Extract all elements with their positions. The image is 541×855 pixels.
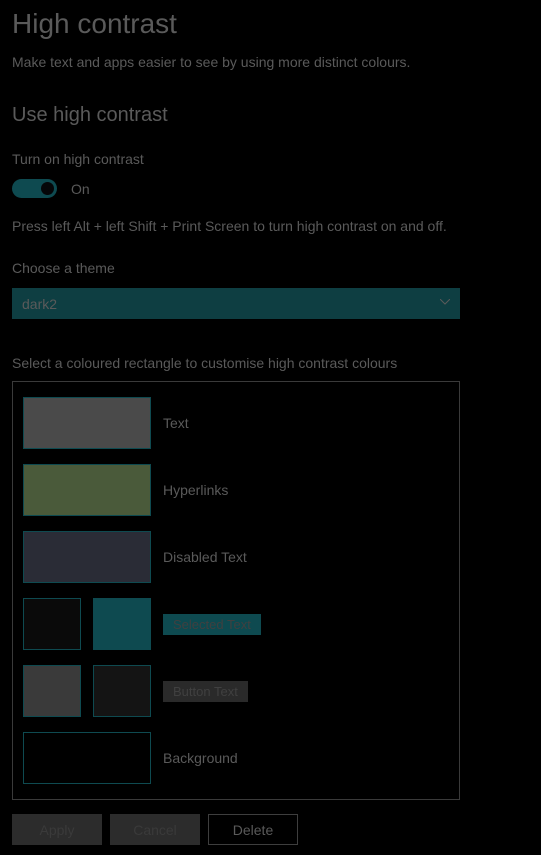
swatch-selected-chip: Selected Text [163,614,261,635]
theme-label: Choose a theme [12,260,529,276]
swatch-row-button-text: Button Text [23,665,449,717]
swatch-text-label: Text [163,415,189,431]
toggle-knob [41,182,54,195]
swatch-button-bg[interactable] [93,665,151,717]
swatch-panel: Text Hyperlinks Disabled Text Selected T… [12,381,460,800]
swatch-row-disabled: Disabled Text [23,531,449,583]
customise-label: Select a coloured rectangle to customise… [12,355,529,371]
swatch-text[interactable] [23,397,151,449]
swatch-row-background: Background [23,732,449,784]
swatch-disabled-text[interactable] [23,531,151,583]
swatch-row-selected-text: Selected Text [23,598,449,650]
high-contrast-toggle[interactable] [12,179,57,198]
page-title: High contrast [12,8,529,40]
button-row: Apply Cancel Delete [12,814,529,845]
cancel-button[interactable]: Cancel [110,814,200,845]
toggle-state-text: On [71,181,90,197]
swatch-row-text: Text [23,397,449,449]
swatch-hyperlinks[interactable] [23,464,151,516]
theme-selected-value: dark2 [22,296,57,312]
swatch-background-label: Background [163,750,238,766]
chevron-down-icon [440,299,450,309]
shortcut-hint: Press left Alt + left Shift + Print Scre… [12,218,529,234]
swatch-button-fg[interactable] [23,665,81,717]
delete-button[interactable]: Delete [208,814,298,845]
swatch-selected-fg[interactable] [23,598,81,650]
swatch-background[interactable] [23,732,151,784]
swatch-button-chip: Button Text [163,681,248,702]
page-description: Make text and apps easier to see by usin… [12,54,529,70]
swatch-disabled-label: Disabled Text [163,549,247,565]
section-header: Use high contrast [12,104,529,127]
swatch-hyperlinks-label: Hyperlinks [163,482,228,498]
apply-button[interactable]: Apply [12,814,102,845]
swatch-selected-bg[interactable] [93,598,151,650]
theme-select[interactable]: dark2 [12,288,460,319]
swatch-row-hyperlinks: Hyperlinks [23,464,449,516]
toggle-label: Turn on high contrast [12,151,529,167]
